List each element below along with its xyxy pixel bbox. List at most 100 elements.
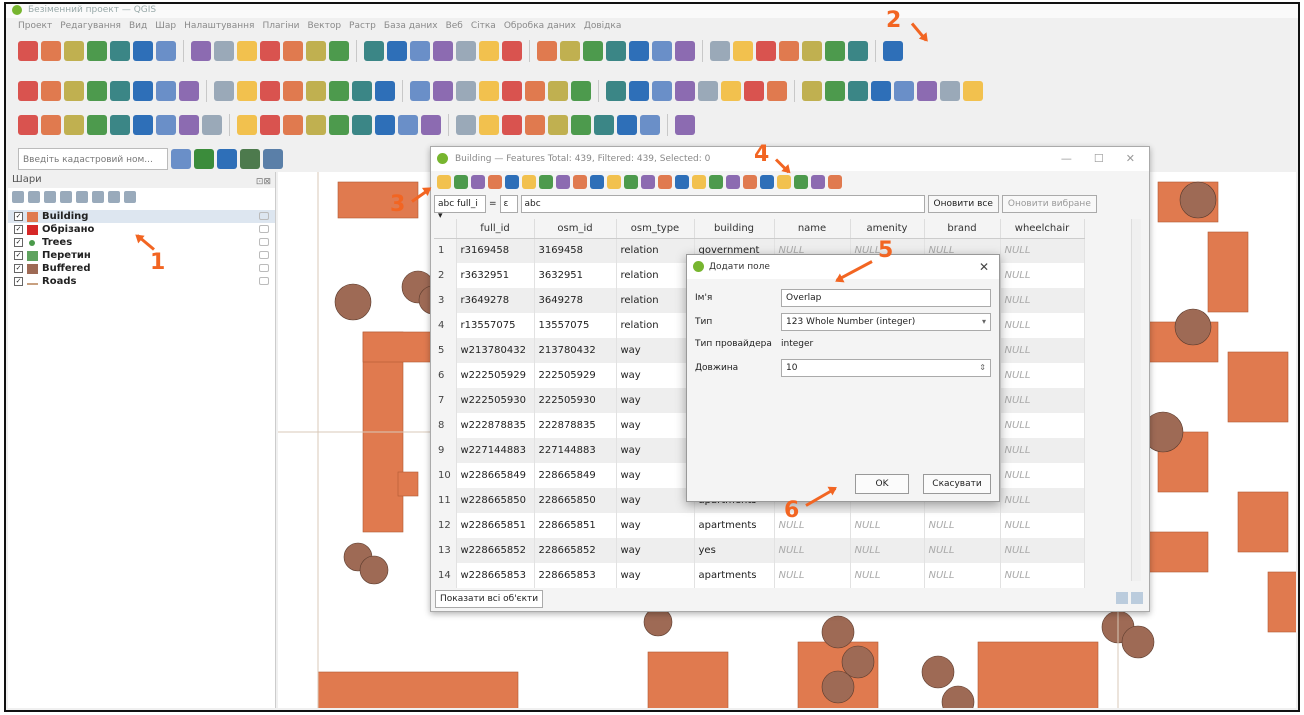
menu-item[interactable]: Веб <box>446 18 463 34</box>
table-cell[interactable]: 228665850 <box>534 488 617 513</box>
search-icon[interactable] <box>171 149 191 169</box>
table-tool-icon[interactable] <box>573 175 587 189</box>
table-tool-icon[interactable] <box>556 175 570 189</box>
new-field-icon[interactable] <box>692 175 706 189</box>
row-number[interactable]: 10 <box>434 463 457 488</box>
table-cell[interactable]: NULL <box>1000 388 1085 413</box>
tool-icon[interactable] <box>756 41 776 61</box>
tool-icon[interactable] <box>64 41 84 61</box>
edit-icon[interactable] <box>744 81 764 101</box>
menu-item[interactable]: Налаштування <box>184 18 254 34</box>
edit-icon[interactable] <box>698 81 718 101</box>
table-tool-icon[interactable] <box>607 175 621 189</box>
table-cell[interactable]: NULL <box>850 563 925 588</box>
layer-indicator-icon[interactable] <box>259 264 269 272</box>
tool-icon[interactable] <box>156 41 176 61</box>
table-cell[interactable]: w228665849 <box>456 463 535 488</box>
label-icon[interactable] <box>571 115 591 135</box>
table-cell[interactable]: r3169458 <box>456 238 535 263</box>
edit-icon[interactable] <box>675 81 695 101</box>
table-cell[interactable]: 222505929 <box>534 363 617 388</box>
update-selected-button[interactable]: Оновити вибране <box>1001 195 1097 213</box>
tool-icon[interactable] <box>883 41 903 61</box>
label-icon[interactable] <box>202 115 222 135</box>
column-header[interactable]: full_id <box>456 219 535 239</box>
label-icon[interactable] <box>283 115 303 135</box>
add-group-icon[interactable] <box>28 191 40 203</box>
table-cell[interactable]: NULL <box>1000 563 1085 588</box>
tree-icon[interactable] <box>263 149 283 169</box>
edit-icon[interactable] <box>548 81 568 101</box>
tool-icon[interactable] <box>479 41 499 61</box>
remove-layer-icon[interactable] <box>124 191 136 203</box>
edit-icon[interactable] <box>433 81 453 101</box>
collapse-icon[interactable] <box>108 191 120 203</box>
edit-icon[interactable] <box>41 81 61 101</box>
table-tool-icon[interactable] <box>624 175 638 189</box>
table-cell[interactable]: NULL <box>1000 413 1085 438</box>
table-cell[interactable]: 222505930 <box>534 388 617 413</box>
edit-icon[interactable] <box>456 81 476 101</box>
table-tool-icon[interactable] <box>590 175 604 189</box>
row-number[interactable]: 1 <box>434 238 457 263</box>
column-header[interactable]: name <box>774 219 851 239</box>
row-number[interactable]: 14 <box>434 563 457 588</box>
tool-icon[interactable] <box>652 41 672 61</box>
edit-icon[interactable] <box>110 81 130 101</box>
expression-icon[interactable]: ε <box>499 195 518 213</box>
menu-item[interactable]: Довідка <box>584 18 622 34</box>
edit-icon[interactable] <box>963 81 983 101</box>
label-icon[interactable] <box>329 115 349 135</box>
table-cell[interactable]: relation <box>616 288 695 313</box>
tool-icon[interactable] <box>410 41 430 61</box>
style-icon[interactable] <box>12 191 24 203</box>
tool-icon[interactable] <box>306 41 326 61</box>
tool-icon[interactable] <box>675 41 695 61</box>
table-tool-icon[interactable] <box>811 175 825 189</box>
edit-icon[interactable] <box>767 81 787 101</box>
table-cell[interactable]: NULL <box>1000 313 1085 338</box>
table-cell[interactable]: NULL <box>1000 238 1085 263</box>
table-tool-icon[interactable] <box>675 175 689 189</box>
label-icon[interactable] <box>479 115 499 135</box>
visibility-checkbox[interactable]: ✓ <box>14 277 23 286</box>
row-number[interactable]: 13 <box>434 538 457 563</box>
plugin-icon[interactable] <box>194 149 214 169</box>
tool-icon[interactable] <box>456 41 476 61</box>
table-tool-icon[interactable] <box>794 175 808 189</box>
menu-item[interactable]: Вид <box>129 18 147 34</box>
table-tool-icon[interactable] <box>760 175 774 189</box>
edit-icon[interactable] <box>375 81 395 101</box>
column-header[interactable]: wheelchair <box>1000 219 1085 239</box>
visibility-checkbox[interactable]: ✓ <box>14 238 23 247</box>
edit-icon[interactable] <box>283 81 303 101</box>
edit-icon[interactable] <box>894 81 914 101</box>
layer-indicator-icon[interactable] <box>259 225 269 233</box>
expand-icon[interactable] <box>92 191 104 203</box>
toggle-editing-icon[interactable] <box>437 175 451 189</box>
edit-icon[interactable] <box>64 81 84 101</box>
table-cell[interactable]: NULL <box>1000 338 1085 363</box>
tool-icon[interactable] <box>606 41 626 61</box>
table-cell[interactable]: 228665851 <box>534 513 617 538</box>
table-cell[interactable]: NULL <box>924 563 1001 588</box>
tool-icon[interactable] <box>283 41 303 61</box>
locator-input[interactable]: Введіть кадастровий ном... <box>18 148 168 170</box>
cancel-button[interactable]: Скасувати <box>923 474 991 494</box>
tool-icon[interactable] <box>214 41 234 61</box>
vertical-scrollbar[interactable] <box>1131 219 1141 581</box>
label-icon[interactable] <box>525 115 545 135</box>
label-icon[interactable] <box>421 115 441 135</box>
table-cell[interactable]: w228665851 <box>456 513 535 538</box>
table-cell[interactable]: w227144883 <box>456 438 535 463</box>
table-tool-icon[interactable] <box>726 175 740 189</box>
spin-arrows-icon[interactable]: ⇕ <box>979 362 986 374</box>
table-row[interactable]: 13 w228665852 228665852 way yes NULL NULL NULL N… <box>434 538 1085 563</box>
ok-button[interactable]: OK <box>855 474 909 494</box>
table-row[interactable]: 14 w228665853 228665853 way apartments NULL NU… <box>434 563 1085 588</box>
edit-icon[interactable] <box>133 81 153 101</box>
field-select[interactable]: abc full_i ▾ <box>434 195 486 221</box>
table-tool-icon[interactable] <box>471 175 485 189</box>
label-icon[interactable] <box>237 115 257 135</box>
table-cell[interactable]: w228665852 <box>456 538 535 563</box>
